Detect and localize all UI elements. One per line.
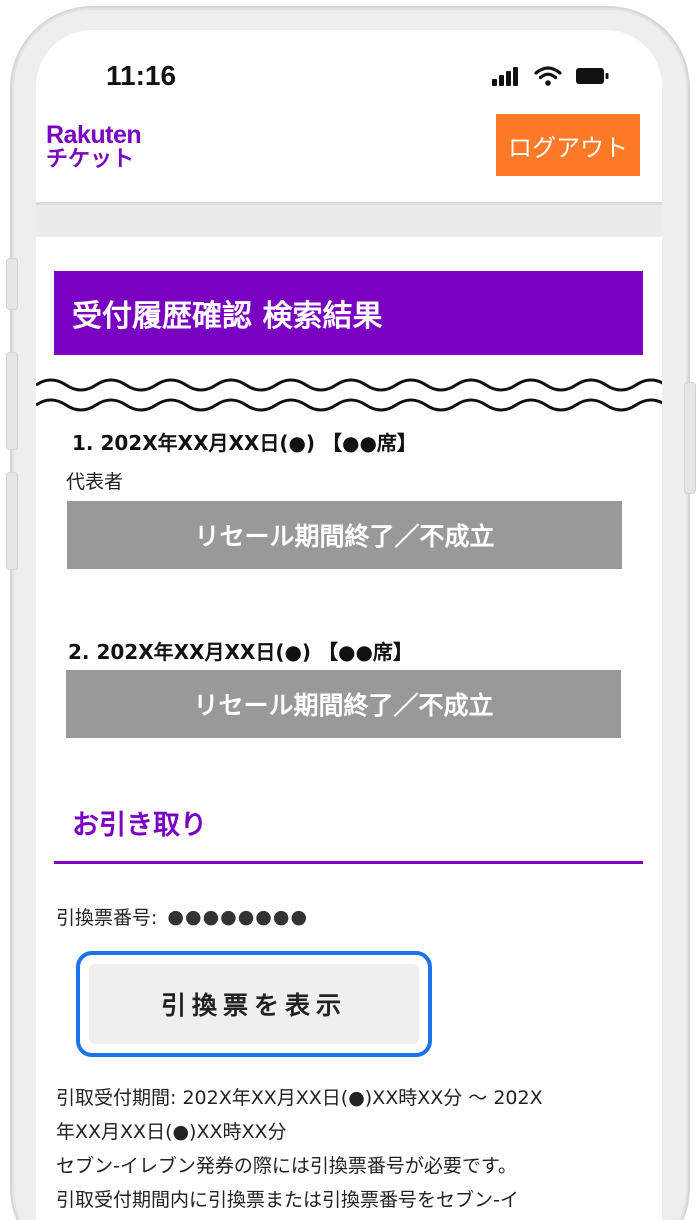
status-bar: 11:16 (36, 30, 662, 110)
entry-1-heading: 1. 202X年XX月XX日(●) 【●●席】 (72, 431, 417, 455)
show-voucher-focus-ring: 引換票を表示 (76, 951, 432, 1057)
logout-button[interactable]: ログアウト (496, 114, 640, 176)
signal-icon (492, 67, 518, 86)
status-icons (492, 66, 610, 86)
battery-icon (576, 68, 609, 84)
phone-screen: 11:16 Rakuten チケット ログアウト 受付履歴確認 検索結果 1. … (36, 30, 662, 1220)
logo-wordmark: Rakuten (46, 121, 142, 149)
pickup-section-title: お引き取り (72, 810, 207, 841)
logo-subtitle: チケット (46, 147, 135, 173)
phone-power-button (684, 382, 696, 494)
voucher-number-value: ●●●●●●●● (167, 905, 309, 928)
entry-2-heading: 2. 202X年XX月XX日(●) 【●●席】 (68, 640, 413, 664)
show-voucher-button[interactable]: 引換票を表示 (89, 964, 419, 1044)
phone-volume-up-button (6, 352, 18, 450)
pickup-period-line-1: 引取受付期間: 202X年XX月XX日(●)XX時XX分 ～ 202X (56, 1087, 543, 1109)
pickup-note-2: 引取受付期間内に引換票または引換票番号をセブン-イ (56, 1189, 519, 1211)
pickup-period-line-2: 年XX月XX日(●)XX時XX分 (56, 1121, 287, 1143)
phone-mute-switch (6, 258, 18, 310)
header-separator-band (36, 205, 662, 237)
entry-1-role-label: 代表者 (66, 471, 124, 493)
entry-2-status-badge: リセール期間終了／不成立 (66, 670, 621, 738)
pickup-note-1: セブン-イレブン発券の際には引換票番号が必要です。 (56, 1155, 517, 1177)
phone-volume-down-button (6, 472, 18, 570)
voucher-number-label: 引換票番号: (56, 907, 158, 929)
status-time: 11:16 (106, 60, 177, 91)
app-header: Rakuten チケット ログアウト (36, 110, 662, 205)
page-title: 受付履歴確認 検索結果 (54, 271, 643, 355)
wifi-icon (534, 66, 562, 86)
pickup-section-divider (54, 861, 643, 864)
entry-1-status-badge: リセール期間終了／不成立 (67, 501, 622, 569)
voucher-number-row: 引換票番号: ●●●●●●●● (56, 903, 308, 930)
pickup-notes: 引取受付期間: 202X年XX月XX日(●)XX時XX分 ～ 202X 年XX月… (56, 1081, 636, 1217)
wavy-divider (36, 378, 662, 412)
rakuten-ticket-logo[interactable]: Rakuten チケット (46, 121, 142, 173)
main-content: 受付履歴確認 検索結果 1. 202X年XX月XX日(●) 【●●席】 代表者 … (36, 237, 662, 1220)
